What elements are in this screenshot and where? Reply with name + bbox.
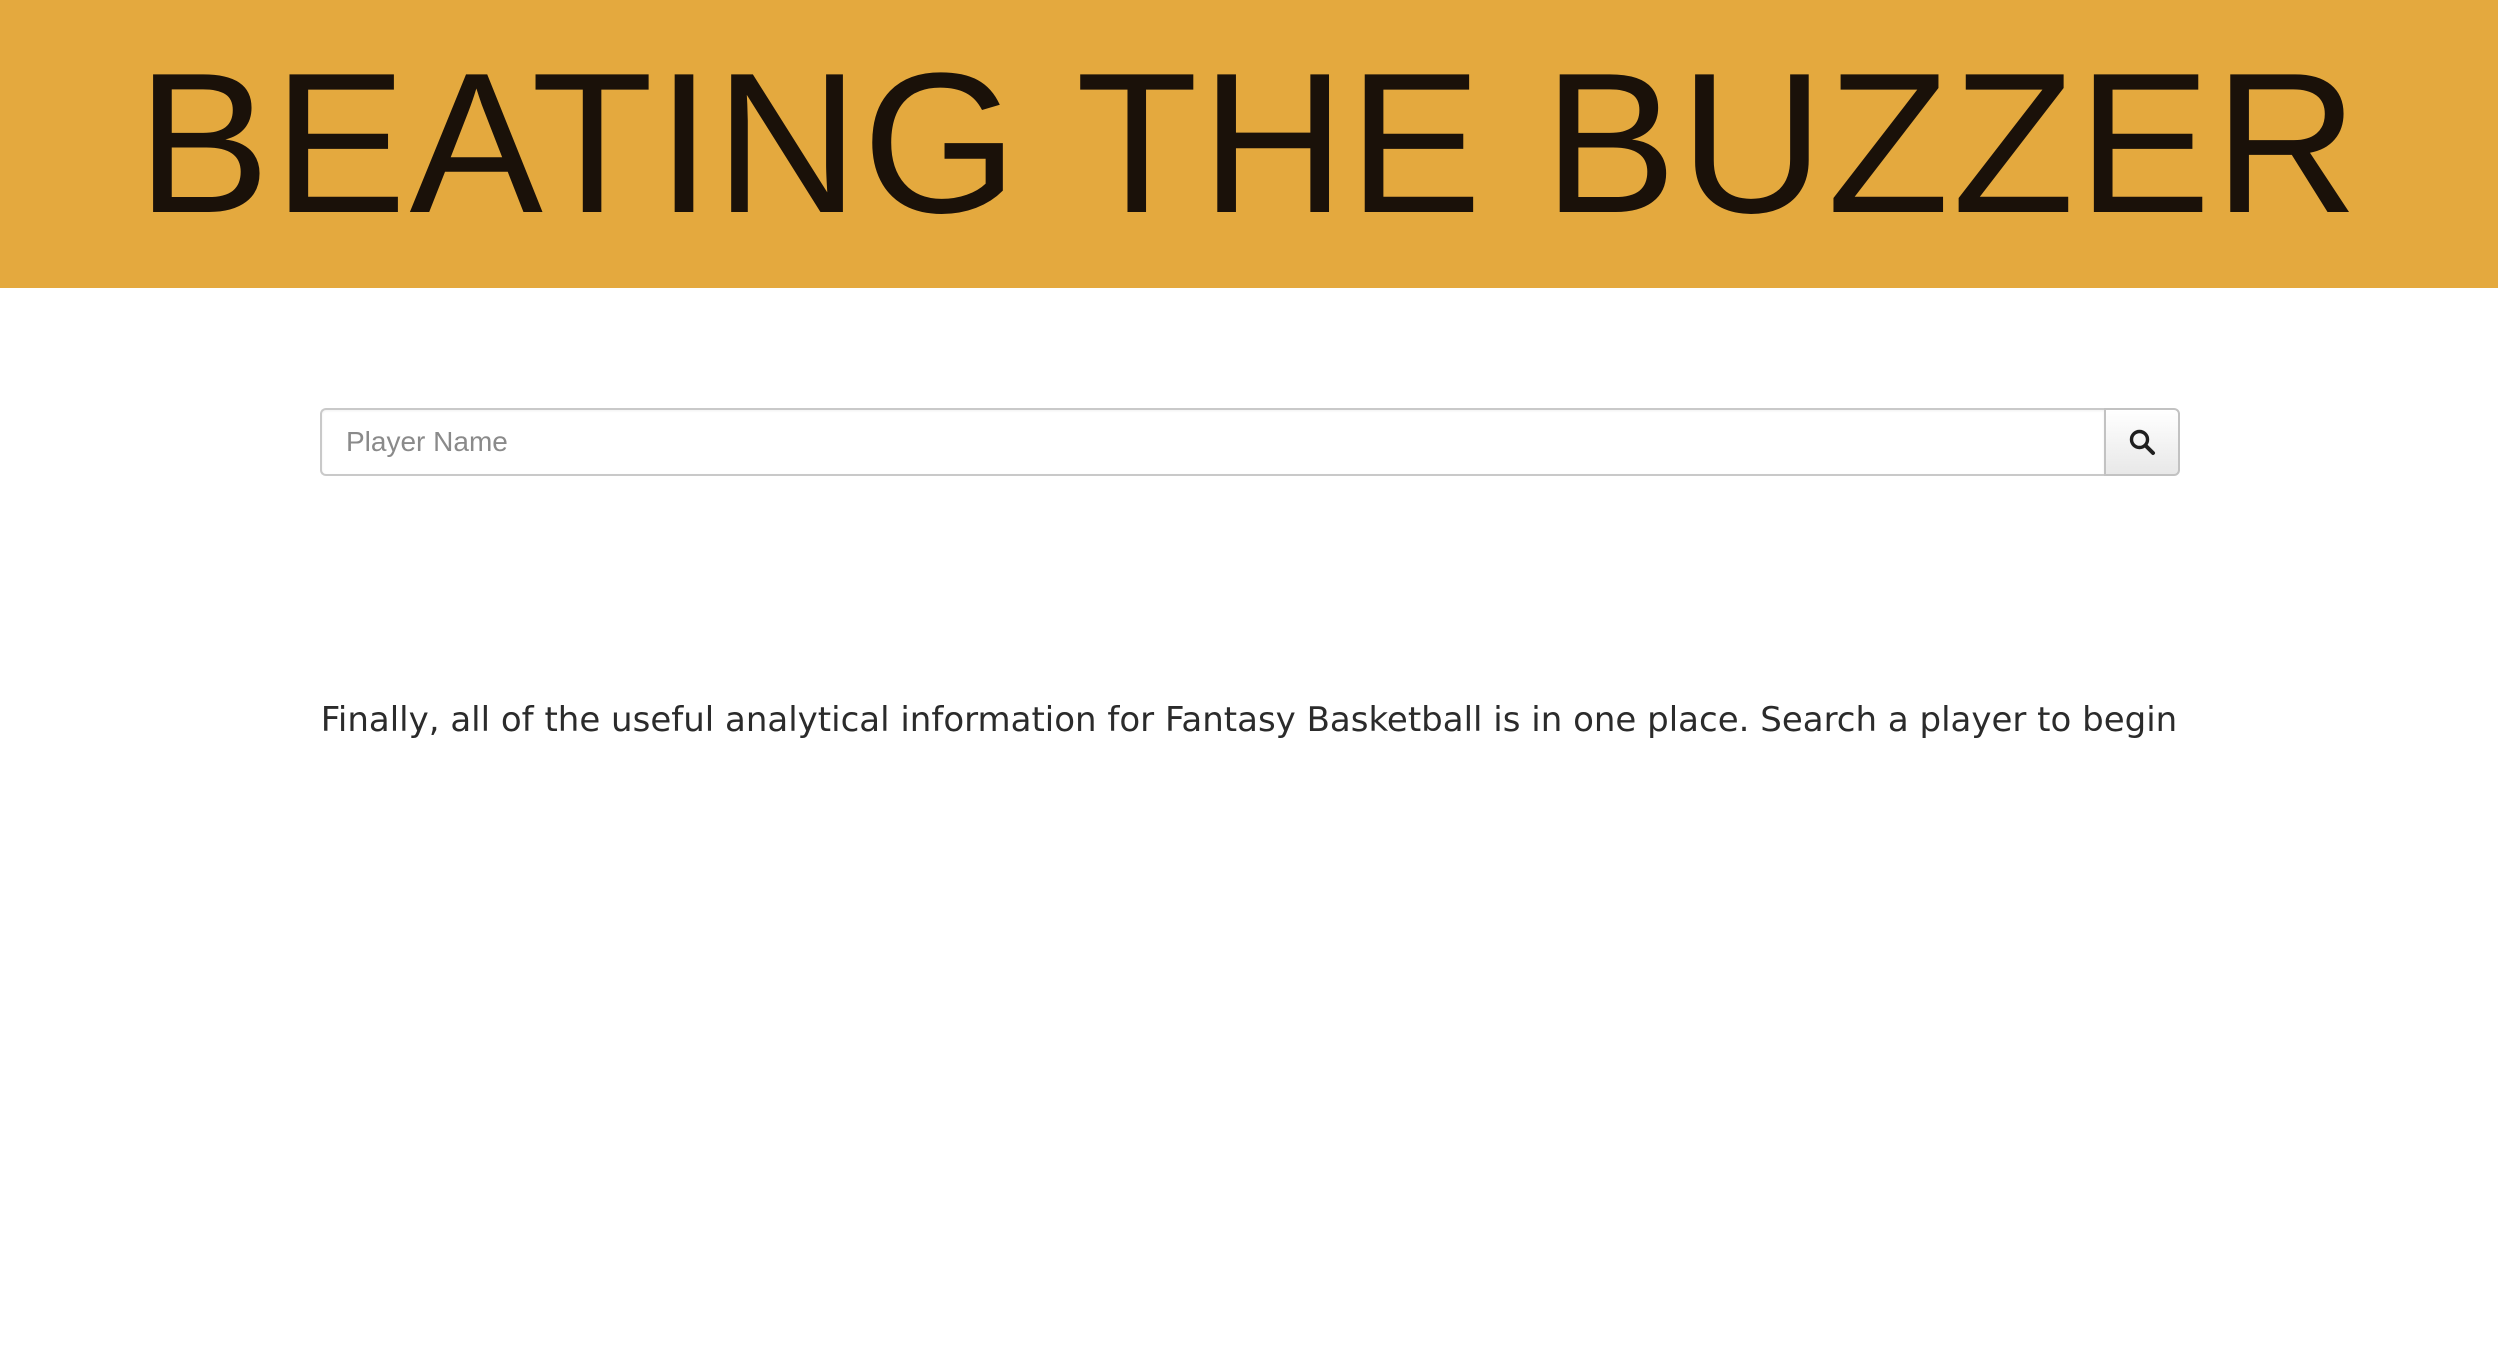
site-header: BEATING THE BUZZER xyxy=(0,0,2498,288)
tagline: Finally, all of the useful analytical in… xyxy=(320,700,2178,740)
search-button[interactable] xyxy=(2104,408,2180,476)
player-search-group xyxy=(320,408,2180,476)
site-title: BEATING THE BUZZER xyxy=(136,32,2362,255)
player-search-input[interactable] xyxy=(320,408,2104,476)
search-icon xyxy=(2128,428,2156,456)
page: BEATING THE BUZZER Finally, all of the u… xyxy=(0,0,2498,1346)
